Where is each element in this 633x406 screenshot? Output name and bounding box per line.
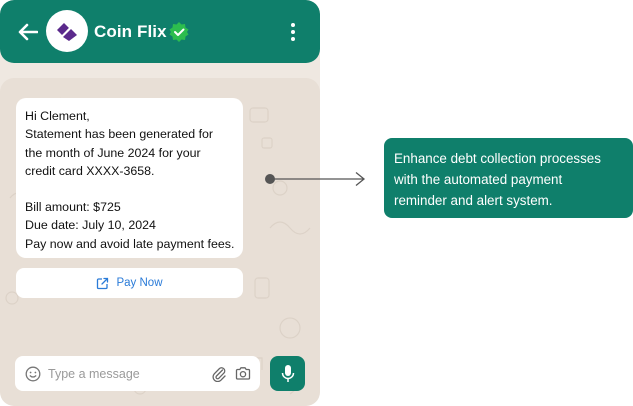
callout-connector-arrow xyxy=(265,171,366,187)
message-line: Pay now and avoid late payment fees. xyxy=(25,236,235,251)
verified-badge-icon xyxy=(169,22,189,42)
brand-logo[interactable] xyxy=(46,10,88,52)
coin-flix-logo-icon xyxy=(57,23,77,41)
callout-line: Enhance debt collection processes xyxy=(394,151,601,166)
feature-callout: Enhance debt collection processes with t… xyxy=(384,138,633,218)
camera-icon[interactable] xyxy=(235,366,251,381)
callout-line: with the automated payment xyxy=(394,172,563,187)
emoji-icon[interactable] xyxy=(25,366,41,382)
message-line: Hi Clement, xyxy=(25,109,90,123)
microphone-icon xyxy=(281,364,294,382)
message-composer xyxy=(15,356,260,391)
message-line: the month of June 2024 for your xyxy=(25,145,201,160)
back-button[interactable] xyxy=(16,20,40,44)
message-line: Statement has been generated for xyxy=(25,127,214,142)
message-bubble: Hi Clement, Statement has been generated… xyxy=(16,98,243,258)
bill-amount: Bill amount: $725 xyxy=(25,200,121,215)
arrow-left-icon xyxy=(18,23,38,41)
more-vertical-icon xyxy=(291,23,295,27)
chat-phone-mockup: Coin Flix Hi Clement, Statement has been… xyxy=(0,0,320,406)
due-date: Due date: July 10, 2024 xyxy=(25,218,156,233)
chat-header: Coin Flix xyxy=(0,0,320,63)
external-link-icon xyxy=(97,277,109,289)
message-input[interactable] xyxy=(48,364,198,384)
paperclip-icon[interactable] xyxy=(211,365,227,382)
microphone-button[interactable] xyxy=(270,356,305,391)
chat-title: Coin Flix xyxy=(94,22,167,41)
pay-now-button[interactable]: Pay Now xyxy=(16,268,243,298)
message-line: credit card XXXX-3658. xyxy=(25,163,155,178)
more-options-button[interactable] xyxy=(284,20,302,44)
pay-now-label: Pay Now xyxy=(116,277,163,289)
callout-line: reminder and alert system. xyxy=(394,193,553,208)
